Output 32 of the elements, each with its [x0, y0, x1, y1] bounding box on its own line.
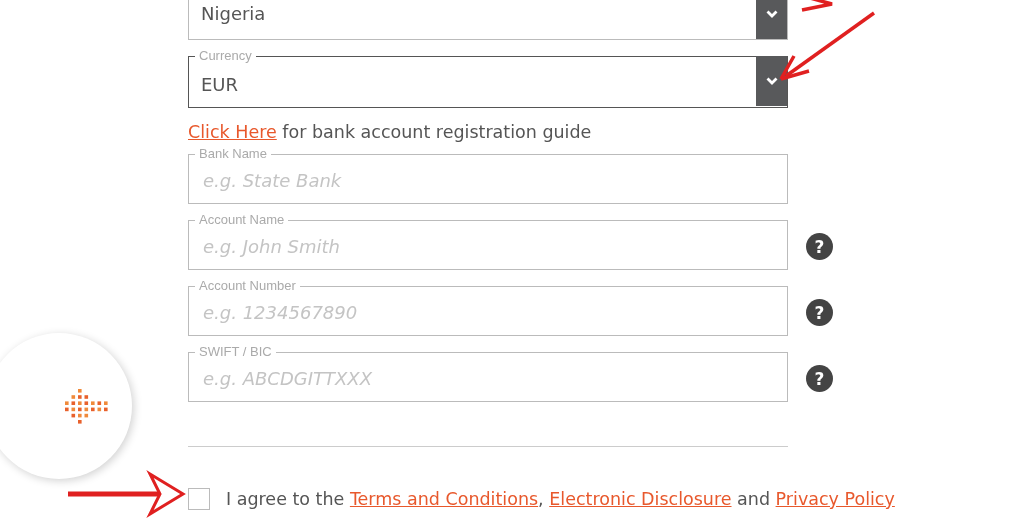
field-label: Account Number — [198, 279, 297, 293]
policy-link[interactable]: Electronic Disclosure — [549, 489, 732, 509]
text-input[interactable]: e.g. 1234567890 — [201, 293, 765, 331]
text-input[interactable]: e.g. ABCDGITTXXX — [201, 359, 765, 397]
chevron-down-icon — [765, 77, 778, 85]
text-input[interactable]: e.g. John Smith — [201, 227, 765, 265]
input-field[interactable]: Account Number e.g. 1234567890 — [188, 279, 788, 336]
arrow-left-icon — [65, 389, 111, 425]
select-value: EUR — [201, 74, 239, 96]
help-icon[interactable]: ? — [806, 299, 833, 326]
help-icon[interactable]: ? — [806, 365, 833, 392]
input-field[interactable]: Bank Name e.g. State Bank — [188, 147, 788, 204]
field-label: Bank Name — [198, 147, 268, 161]
text-input[interactable]: e.g. State Bank — [201, 161, 765, 199]
chevron-down-icon — [765, 9, 778, 18]
agreement-text: I agree to the Terms and Conditions, Electronic Disclosure and Privacy Policy — [226, 489, 895, 509]
field-label: Account Name — [198, 213, 286, 227]
policy-link[interactable]: Privacy Policy — [775, 489, 895, 509]
guide-link[interactable]: Click Here — [188, 122, 277, 142]
currency-select[interactable]: Currency EUR — [188, 49, 788, 108]
input-field[interactable]: SWIFT / BIC e.g. ABCDGITTXXX — [188, 345, 788, 402]
checkbox[interactable] — [188, 488, 210, 510]
field-label: SWIFT / BIC — [198, 345, 273, 359]
policy-link[interactable]: Terms and Conditions — [349, 489, 539, 509]
country-select[interactable]: Nigeria — [188, 0, 788, 40]
select-value: Nigeria — [200, 3, 267, 24]
dropdown-button[interactable] — [756, 56, 787, 106]
input-field[interactable]: Account Name e.g. John Smith — [188, 213, 788, 270]
help-icon[interactable]: ? — [806, 233, 833, 260]
field-label: Currency — [198, 49, 253, 63]
dropdown-button[interactable] — [756, 0, 787, 39]
guide-text: for bank account registration guide — [281, 122, 592, 142]
